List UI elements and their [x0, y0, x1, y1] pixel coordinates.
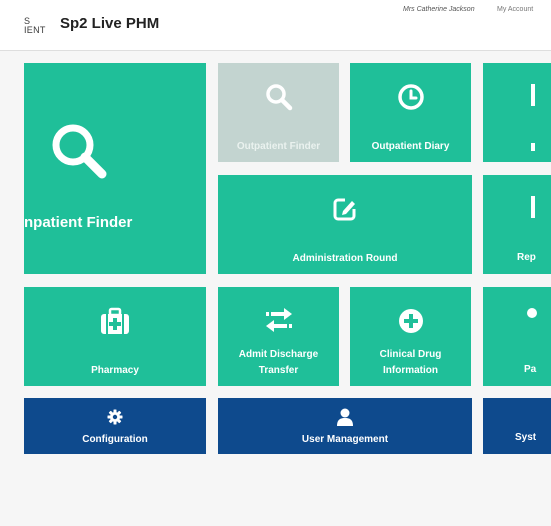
- partial-icon: [531, 84, 535, 106]
- tile-right-row1[interactable]: [483, 63, 551, 162]
- partial-icon: [527, 308, 537, 318]
- tile-clinical-drug-information[interactable]: Clinical Drug Information: [350, 287, 471, 386]
- tile-label: npatient Finder: [24, 214, 133, 231]
- my-account-link[interactable]: My Account: [497, 6, 533, 13]
- tile-label-line-2: Information: [383, 365, 438, 376]
- medical-kit-icon: [24, 307, 206, 335]
- tile-label: User Management: [301, 434, 389, 445]
- tile-label: Pharmacy: [91, 365, 139, 376]
- tile-user-management[interactable]: User Management: [218, 398, 472, 454]
- tile-label: Syst: [515, 432, 537, 443]
- tile-label-line-1: Clinical Drug: [379, 349, 442, 360]
- tile-label-line-2: Transfer: [258, 365, 299, 376]
- app-title: Sp2 Live PHM: [60, 15, 160, 32]
- partial-icon: [531, 196, 535, 218]
- tile-label-line-1: Admit Discharge: [238, 349, 319, 360]
- edit-icon: [218, 195, 472, 223]
- tile-inpatient-finder[interactable]: npatient Finder: [24, 63, 206, 274]
- transfer-arrows-icon: [218, 307, 339, 333]
- gear-icon: [24, 409, 206, 425]
- user-icon: [218, 408, 472, 426]
- tile-right-row3[interactable]: Pa: [483, 287, 551, 386]
- tile-right-row4[interactable]: Syst: [483, 398, 551, 454]
- tile-label: Configuration: [82, 434, 148, 445]
- plus-circle-icon: [350, 307, 471, 335]
- brand-line-2: IENT: [24, 25, 46, 35]
- tile-label: Outpatient Finder: [236, 141, 321, 152]
- tile-outpatient-diary[interactable]: Outpatient Diary: [350, 63, 471, 162]
- top-header: S IENT Sp2 Live PHM Mrs Catherine Jackso…: [0, 0, 551, 51]
- tile-administration-round[interactable]: Administration Round: [218, 175, 472, 274]
- tile-label: Rep: [517, 252, 536, 263]
- tile-label: Administration Round: [292, 253, 398, 264]
- brand-logo-text: S IENT: [24, 17, 46, 35]
- tile-label: Outpatient Diary: [371, 141, 450, 152]
- clock-icon: [350, 83, 471, 111]
- search-icon: [218, 83, 339, 111]
- tile-admit-discharge-transfer[interactable]: Admit Discharge Transfer: [218, 287, 339, 386]
- tile-outpatient-finder[interactable]: Outpatient Finder: [218, 63, 339, 162]
- tile-right-row2[interactable]: Rep: [483, 175, 551, 274]
- user-name-link[interactable]: Mrs Catherine Jackson: [403, 6, 475, 13]
- tile-label: Pa: [524, 364, 537, 375]
- tile-configuration[interactable]: Configuration: [24, 398, 206, 454]
- partial-label-fragment: [531, 143, 535, 151]
- tile-pharmacy[interactable]: Pharmacy: [24, 287, 206, 386]
- search-icon: [24, 121, 206, 181]
